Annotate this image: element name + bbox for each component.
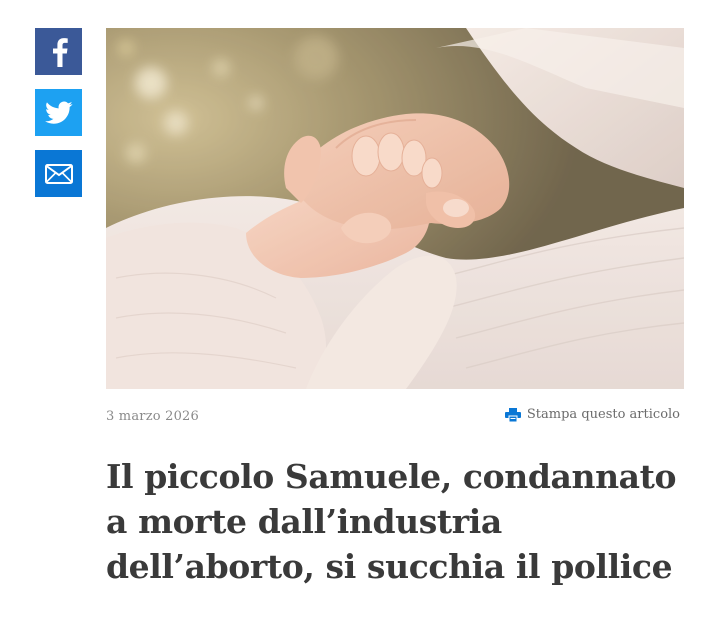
publish-date: 3 marzo 2026 (106, 409, 199, 424)
facebook-icon (52, 37, 68, 67)
facebook-share-button[interactable] (35, 28, 82, 75)
baby-hand-photo (106, 28, 684, 389)
twitter-icon (44, 100, 73, 124)
print-article-label: Stampa questo articolo (526, 407, 680, 422)
hero-image (106, 28, 684, 389)
email-icon (44, 163, 73, 184)
email-share-button[interactable] (35, 150, 82, 197)
article-meta: 3 marzo 2026 Stampa questo articolo (106, 407, 684, 427)
twitter-share-button[interactable] (35, 89, 82, 136)
print-article-link[interactable]: Stampa questo articolo (504, 407, 680, 422)
article-title: Il piccolo Samuele, condannato a morte d… (106, 457, 677, 586)
printer-icon (504, 407, 521, 422)
